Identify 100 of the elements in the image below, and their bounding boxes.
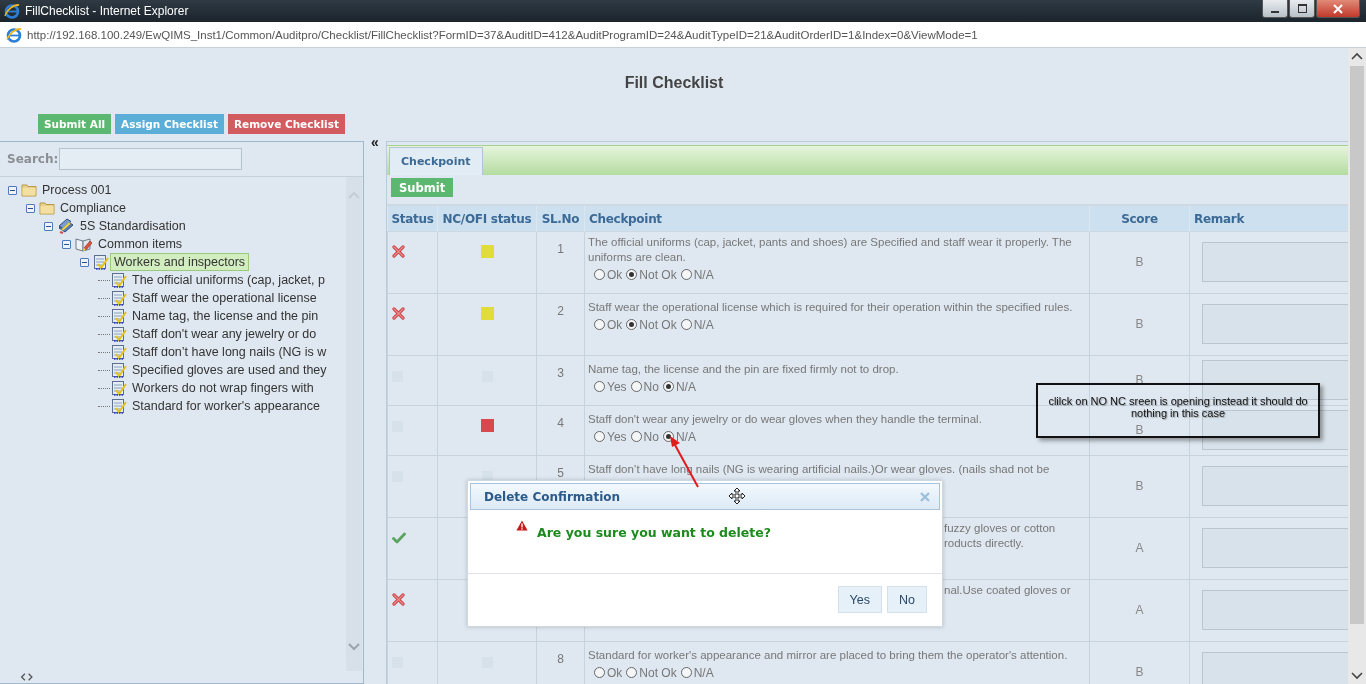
tree-item[interactable]: The official uniforms (cap, jacket, p <box>128 271 329 289</box>
remark-field[interactable] <box>1202 528 1348 568</box>
browser-icon <box>4 3 20 19</box>
radio-label[interactable]: N/A <box>675 429 696 444</box>
tree-item[interactable]: Workers and inspectors <box>110 253 250 271</box>
dialog-button[interactable]: No <box>887 586 927 613</box>
column-header: Checkpoint <box>589 212 662 227</box>
radio-button[interactable] <box>680 319 692 330</box>
tree-item[interactable]: Workers do not wrap fingers with <box>128 379 318 397</box>
radio-label[interactable]: Yes <box>607 429 627 444</box>
radio-label[interactable]: No <box>643 429 659 444</box>
radio-label[interactable]: Ok <box>607 665 623 680</box>
submit-button[interactable]: Submit <box>391 178 454 197</box>
scroll-up-icon[interactable] <box>1351 52 1363 60</box>
tree-item[interactable]: Process 001 <box>38 181 116 199</box>
radio-button[interactable] <box>630 381 642 392</box>
tree-item[interactable]: Staff wear the operational license <box>128 289 321 307</box>
score-value: A <box>1135 603 1144 617</box>
checkpoint-text: fuzzy gloves or cotton <box>944 520 1057 536</box>
collapse-icon[interactable] <box>80 257 89 267</box>
search-field[interactable] <box>59 148 243 170</box>
radio-button[interactable] <box>680 667 692 678</box>
checkpoint-text: nal.Use coated gloves or <box>944 582 1072 598</box>
radio-button[interactable] <box>626 319 638 330</box>
page-scrollbar[interactable] <box>1348 48 1366 684</box>
action-button[interactable]: Assign Checklist <box>115 114 224 134</box>
action-button[interactable]: Submit All <box>38 114 112 134</box>
radio-label[interactable]: Not Ok <box>639 267 677 282</box>
radio-button[interactable] <box>662 381 674 392</box>
cross-icon <box>392 306 405 320</box>
radio-label[interactable]: N/A <box>693 267 714 282</box>
radio-button[interactable] <box>626 269 638 280</box>
radio-label[interactable]: N/A <box>693 665 714 680</box>
remark-field[interactable] <box>1202 590 1348 630</box>
radio-button[interactable] <box>626 667 638 678</box>
collapse-icon[interactable] <box>62 239 71 249</box>
tree-item[interactable]: Specified gloves are used and they <box>128 361 331 379</box>
checklist-icon <box>111 326 127 342</box>
scroll-right-icon[interactable] <box>26 672 33 682</box>
window-title: FillChecklist - Internet Explorer <box>25 4 190 18</box>
tree-item[interactable]: Staff don't wear any jewelry or do <box>128 325 321 343</box>
radio-button[interactable] <box>594 431 605 442</box>
serial-number: 2 <box>557 303 564 318</box>
remark-field[interactable] <box>1202 410 1348 450</box>
close-icon <box>1333 3 1343 14</box>
collapse-toggle[interactable]: « <box>371 137 379 147</box>
remark-field[interactable] <box>1202 652 1348 684</box>
score-value: B <box>1135 479 1144 493</box>
radio-label[interactable]: Ok <box>607 317 623 332</box>
radio-label[interactable]: Not Ok <box>639 665 677 680</box>
score-value: B <box>1135 317 1144 331</box>
serial-number: 1 <box>557 241 564 256</box>
tree-item[interactable]: Compliance <box>56 199 130 217</box>
score-value: A <box>1135 541 1144 555</box>
radio-label[interactable]: N/A <box>693 317 714 332</box>
radio-label[interactable]: No <box>643 379 659 394</box>
cross-icon <box>392 592 405 606</box>
tree-item[interactable]: Standard for worker's appearance <box>128 397 324 415</box>
checklist-icon <box>111 362 127 378</box>
page-title: Fill Checklist <box>624 74 724 92</box>
score-value: B <box>1135 255 1144 269</box>
serial-number: 5 <box>557 465 564 480</box>
remark-field[interactable] <box>1202 466 1348 506</box>
restore-button[interactable] <box>1289 0 1315 18</box>
scroll-down-icon[interactable] <box>1351 672 1363 680</box>
score-value: B <box>1135 665 1144 679</box>
radio-button[interactable] <box>594 319 605 330</box>
radio-label[interactable]: N/A <box>675 379 696 394</box>
cross-icon <box>392 244 405 258</box>
remark-field[interactable] <box>1202 304 1348 344</box>
close-button[interactable] <box>1316 0 1360 18</box>
minimize-button[interactable] <box>1262 0 1288 18</box>
checklist-icon <box>111 344 127 360</box>
radio-label[interactable]: Not Ok <box>639 317 677 332</box>
books-icon <box>57 218 75 234</box>
score-value: B <box>1135 423 1144 437</box>
radio-label[interactable]: Yes <box>607 379 627 394</box>
radio-button[interactable] <box>594 269 605 280</box>
radio-button[interactable] <box>680 269 692 280</box>
radio-button[interactable] <box>630 431 642 442</box>
action-button[interactable]: Remove Checklist <box>227 114 345 134</box>
checkpoint-text: The official uniforms (cap, jacket, pants and shoes) are Specified and staff wear it properly. The uniforms are clean. <box>588 234 1073 265</box>
move-cursor-icon <box>728 487 746 505</box>
remark-field[interactable] <box>1202 242 1348 282</box>
tree-item[interactable]: Name tag, the license and the pin <box>128 307 323 325</box>
collapse-icon[interactable] <box>44 221 53 231</box>
scroll-left-icon[interactable] <box>20 672 27 682</box>
tree-item[interactable]: Staff don’t have long nails (NG is w <box>128 343 331 361</box>
dialog-button[interactable]: Yes <box>837 586 882 613</box>
radio-label[interactable]: Ok <box>607 267 623 282</box>
tree-item[interactable]: 5S Standardisation <box>76 217 190 235</box>
checkpoint-text: Standard for worker's appearance and mirror are placed to bring them the operator's attention. <box>588 647 1068 663</box>
radio-button[interactable] <box>594 381 605 392</box>
column-header: Score <box>1121 212 1158 227</box>
collapse-icon[interactable] <box>26 203 35 213</box>
tab[interactable]: Checkpoint <box>389 147 483 175</box>
checkpoint-text: Staff don't wear any jewelry or do wear gloves when they handle the terminal. <box>588 411 982 427</box>
tree-item[interactable]: Common items <box>94 235 187 253</box>
radio-button[interactable] <box>594 667 605 678</box>
collapse-icon[interactable] <box>8 185 17 195</box>
